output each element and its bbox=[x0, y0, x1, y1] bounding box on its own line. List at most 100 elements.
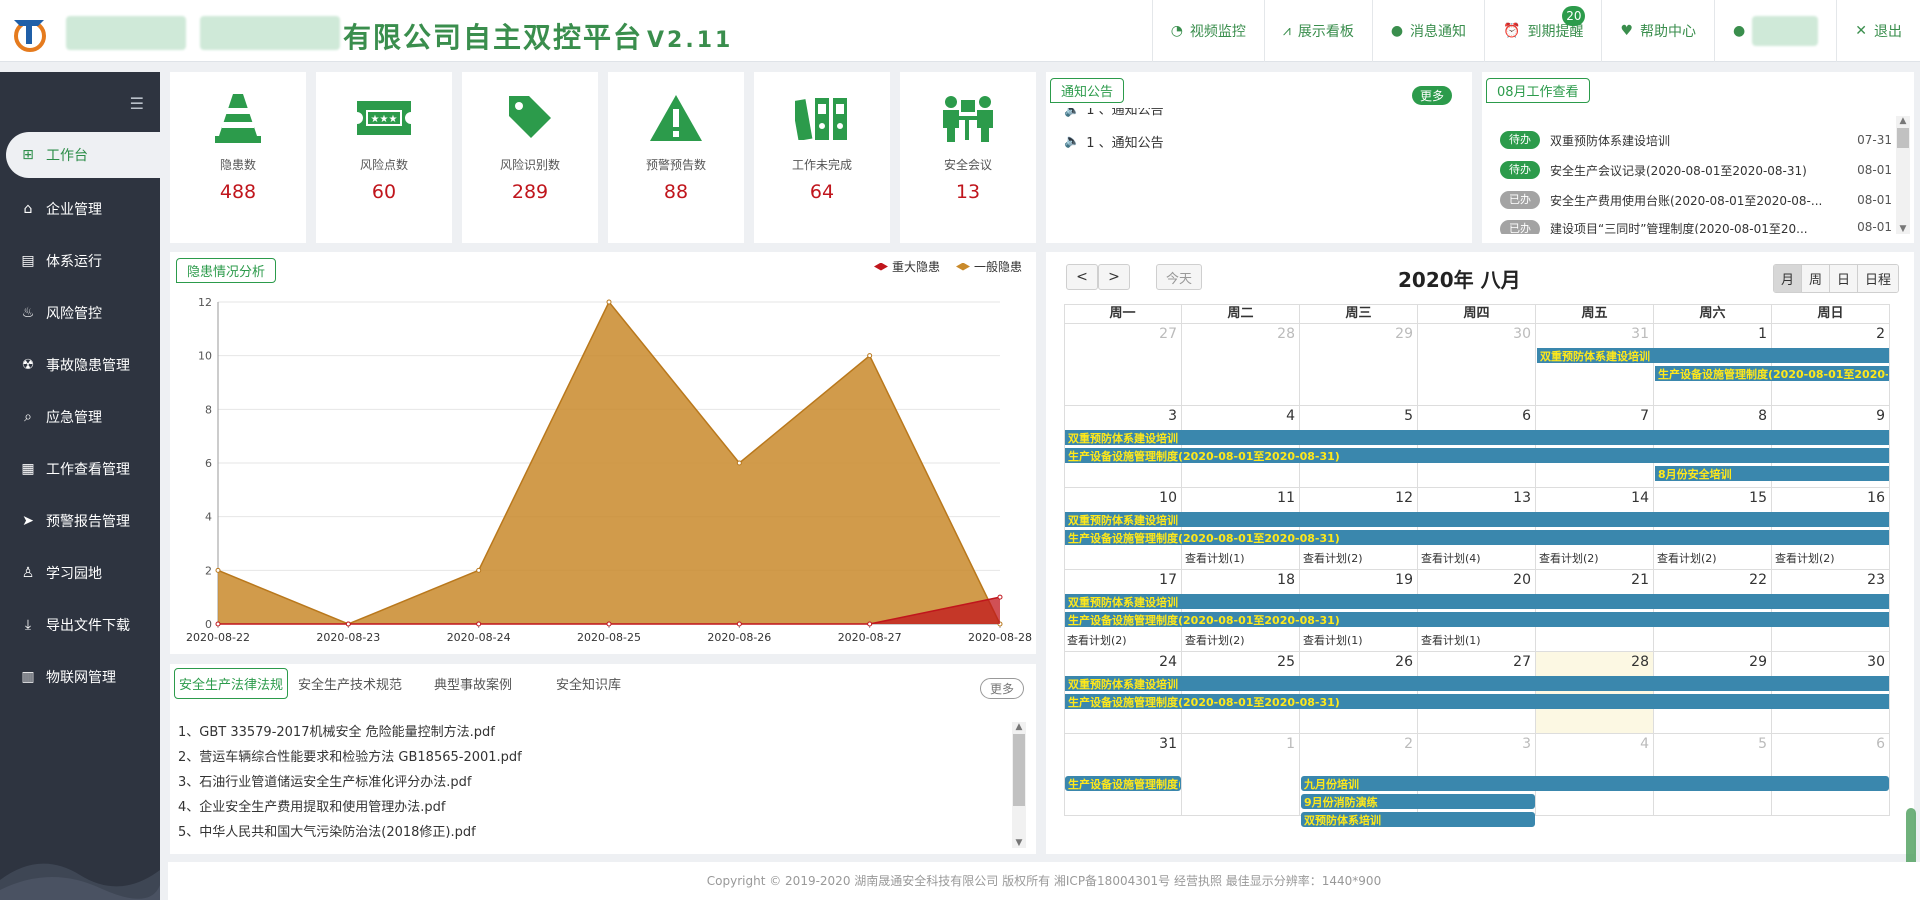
calendar-event[interactable]: 9月份消防演练 bbox=[1301, 794, 1535, 809]
view-plan-link[interactable]: 查看计划(1) bbox=[1185, 550, 1245, 566]
laws-scrollbar[interactable]: ▲ ▼ bbox=[1012, 722, 1026, 848]
day-cell[interactable]: 6 bbox=[1772, 734, 1890, 816]
stat-card-safety-meetings[interactable]: 安全会议 13 bbox=[900, 72, 1036, 243]
tab-accident-cases[interactable]: 典型事故案例 bbox=[424, 668, 522, 699]
laws-more-button[interactable]: 更多 bbox=[979, 678, 1024, 699]
sidebar-item-iot[interactable]: ▥ 物联网管理 bbox=[0, 654, 160, 700]
day-cell[interactable]: 7 bbox=[1536, 406, 1654, 488]
day-cell[interactable]: 5 bbox=[1300, 406, 1418, 488]
calendar-event[interactable]: 生产设备设施管理制度(2020-08-01至2020-08-31) bbox=[1065, 612, 1889, 627]
calendar-event[interactable]: 生产设备设施管理制度(2020-08-01至2020-08-31) bbox=[1065, 694, 1889, 709]
work-item[interactable]: 待办 双重预防体系建设培训 07-31 bbox=[1500, 130, 1892, 150]
scroll-up-icon[interactable]: ▲ bbox=[1012, 722, 1026, 732]
tab-knowledge-base[interactable]: 安全知识库 bbox=[546, 668, 631, 699]
scroll-up-icon[interactable]: ▲ bbox=[1896, 116, 1910, 126]
nav-help[interactable]: ♥ 帮助中心 bbox=[1601, 0, 1714, 62]
work-scrollbar[interactable]: ▲ ▼ bbox=[1896, 116, 1910, 234]
day-cell[interactable]: 2 bbox=[1772, 324, 1890, 406]
sidebar-item-warning[interactable]: ➤ 预警报告管理 bbox=[0, 498, 160, 544]
law-document-link[interactable]: 2、营运车辆综合性能要求和检验方法 GB18565-2001.pdf bbox=[178, 745, 522, 770]
notice-item[interactable]: 🔈 1 、通知公告 bbox=[1064, 108, 1164, 118]
view-plan-link[interactable]: 查看计划(4) bbox=[1421, 550, 1481, 566]
calendar-prev-button[interactable]: < bbox=[1066, 264, 1098, 290]
tab-safety-laws[interactable]: 安全生产法律法规 bbox=[174, 668, 289, 699]
stat-card-unfinished-work[interactable]: 工作未完成 64 bbox=[754, 72, 890, 243]
sidebar-item-risk[interactable]: ♨ 风险管控 bbox=[0, 290, 160, 336]
nav-expiry-reminder[interactable]: ⏰ 到期提醒 20 bbox=[1484, 0, 1601, 62]
calendar-event[interactable]: 生产设备设施管理制度(2020-08-01至2020-08-31) bbox=[1065, 530, 1889, 545]
tab-technical-specs[interactable]: 安全生产技术规范 bbox=[288, 668, 412, 699]
day-cell[interactable]: 30 bbox=[1418, 324, 1536, 406]
day-cell[interactable]: 26 bbox=[1300, 652, 1418, 734]
day-cell[interactable]: 27 bbox=[1064, 324, 1182, 406]
calendar-event[interactable]: 生产设备设施管理制度(2020-08-01至2020-08-31) bbox=[1065, 448, 1889, 463]
view-plan-link[interactable]: 查看计划(2) bbox=[1657, 550, 1717, 566]
view-plan-link[interactable]: 查看计划(2) bbox=[1539, 550, 1599, 566]
day-cell[interactable]: 22 bbox=[1654, 570, 1772, 652]
day-cell[interactable]: 4 bbox=[1182, 406, 1300, 488]
view-plan-link[interactable]: 查看计划(2) bbox=[1303, 550, 1363, 566]
sidebar-item-emergency[interactable]: ⌕ 应急管理 bbox=[0, 394, 160, 440]
view-plan-link[interactable]: 查看计划(1) bbox=[1303, 632, 1363, 648]
work-item[interactable]: 已办 安全生产费用使用台账(2020-08-01至2020-08-... 08-01 bbox=[1500, 190, 1892, 210]
nav-messages[interactable]: ● 消息通知 bbox=[1371, 0, 1484, 62]
calendar-event[interactable]: 双预防体系培训 bbox=[1301, 812, 1535, 827]
sidebar-item-hazard[interactable]: ☢ 事故隐患管理 bbox=[0, 342, 160, 388]
nav-user[interactable]: ● bbox=[1714, 0, 1836, 62]
sidebar-item-work-view[interactable]: ▦ 工作查看管理 bbox=[0, 446, 160, 492]
scroll-down-icon[interactable]: ▼ bbox=[1012, 838, 1026, 848]
view-plan-link[interactable]: 查看计划(2) bbox=[1775, 550, 1835, 566]
calendar-event[interactable]: 8月份安全培训 bbox=[1655, 466, 1889, 481]
calendar-event[interactable]: 双重预防体系建设培训 bbox=[1065, 594, 1889, 609]
calendar-event[interactable]: 生产设备设施管理制度(2020-08-01至2020-08-31) bbox=[1655, 366, 1889, 381]
calendar-today-button[interactable]: 今天 bbox=[1156, 264, 1202, 290]
sidebar-item-enterprise[interactable]: ⌂ 企业管理 bbox=[0, 186, 160, 232]
work-item[interactable]: 待办 安全生产会议记录(2020-08-01至2020-08-31) 08-01 bbox=[1500, 160, 1892, 180]
day-cell[interactable]: 1 bbox=[1654, 324, 1772, 406]
stat-card-risk-identification[interactable]: 风险识别数 289 bbox=[462, 72, 598, 243]
day-cell[interactable]: 28 bbox=[1182, 324, 1300, 406]
view-day-button[interactable]: 日 bbox=[1828, 265, 1857, 292]
work-item[interactable]: 已办 建设项目“三同时”管理制度(2020-08-01至20... 08-01 bbox=[1500, 220, 1892, 234]
view-week-button[interactable]: 周 bbox=[1800, 265, 1829, 292]
sidebar-item-learning[interactable]: ♙ 学习园地 bbox=[0, 550, 160, 596]
law-document-link[interactable]: 3、石油行业管道储运安全生产标准化评分办法.pdf bbox=[178, 770, 522, 795]
law-document-link[interactable]: 4、企业安全生产费用提取和使用管理办法.pdf bbox=[178, 795, 522, 820]
menu-toggle-icon[interactable]: ☰ bbox=[130, 94, 144, 113]
day-cell[interactable]: 24 bbox=[1064, 652, 1182, 734]
view-plan-link[interactable]: 查看计划(2) bbox=[1067, 632, 1127, 648]
day-cell[interactable]: 6 bbox=[1418, 406, 1536, 488]
sidebar-item-system[interactable]: ▤ 体系运行 bbox=[0, 238, 160, 284]
notice-more-button[interactable]: 更多 bbox=[1411, 86, 1452, 105]
view-plan-link[interactable]: 查看计划(2) bbox=[1185, 632, 1245, 648]
day-cell[interactable]: 31 bbox=[1536, 324, 1654, 406]
day-cell[interactable]: 3 bbox=[1064, 406, 1182, 488]
day-cell[interactable]: 5 bbox=[1654, 734, 1772, 816]
calendar-event[interactable]: 双重预防体系建设培训 bbox=[1065, 430, 1889, 445]
scroll-down-icon[interactable]: ▼ bbox=[1896, 224, 1910, 234]
day-cell[interactable]: 28 bbox=[1536, 652, 1654, 734]
nav-logout[interactable]: ✕ 退出 bbox=[1836, 0, 1920, 62]
calendar-event[interactable]: 双重预防体系建设培训 bbox=[1065, 512, 1889, 527]
view-month-button[interactable]: 月 bbox=[1773, 265, 1801, 292]
stat-card-warnings[interactable]: 预警预告数 88 bbox=[608, 72, 744, 243]
day-cell[interactable]: 21 bbox=[1536, 570, 1654, 652]
nav-video-monitor[interactable]: ◔ 视频监控 bbox=[1151, 0, 1264, 62]
view-plan-link[interactable]: 查看计划(1) bbox=[1421, 632, 1481, 648]
day-cell[interactable]: 27 bbox=[1418, 652, 1536, 734]
day-cell[interactable]: 29 bbox=[1654, 652, 1772, 734]
scroll-thumb[interactable] bbox=[1897, 128, 1909, 148]
calendar-next-button[interactable]: > bbox=[1098, 264, 1130, 290]
calendar-event[interactable]: 双重预防体系建设培训 bbox=[1537, 348, 1889, 363]
view-agenda-button[interactable]: 日程 bbox=[1856, 265, 1898, 292]
calendar-event[interactable]: 生产设备设施管理制度(2020-08-01至2020-08-31) bbox=[1065, 776, 1181, 791]
law-document-link[interactable]: 5、中华人民共和国大气污染防治法(2018修正).pdf bbox=[178, 820, 522, 845]
day-cell[interactable]: 29 bbox=[1300, 324, 1418, 406]
day-cell[interactable]: 23 bbox=[1772, 570, 1890, 652]
sidebar-item-workbench[interactable]: ⊞ 工作台 bbox=[6, 132, 160, 178]
day-cell[interactable]: 31 bbox=[1064, 734, 1182, 816]
calendar-event[interactable]: 双重预防体系建设培训 bbox=[1065, 676, 1889, 691]
day-cell[interactable]: 10 bbox=[1064, 488, 1182, 570]
law-document-link[interactable]: 1、GBT 33579-2017机械安全 危险能量控制方法.pdf bbox=[178, 720, 522, 745]
sidebar-item-export[interactable]: ⤓ 导出文件下载 bbox=[0, 602, 160, 648]
